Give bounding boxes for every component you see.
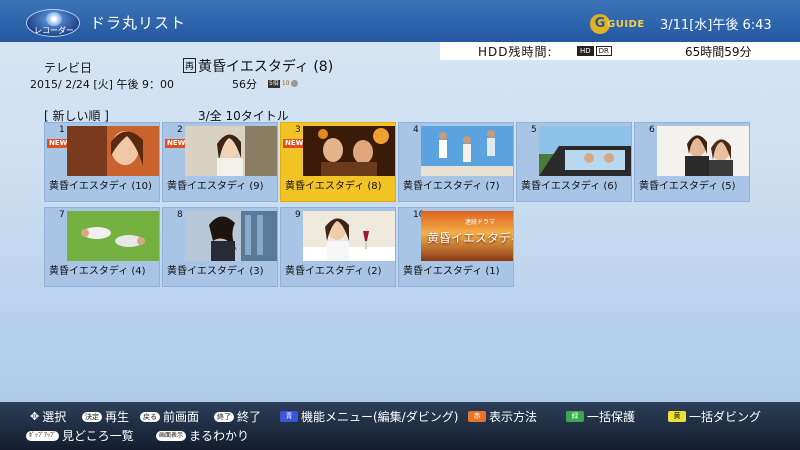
- thumbnail-two-people: [657, 126, 749, 176]
- help-play: 決定 再生: [82, 408, 129, 425]
- hdd-tag-b: DR: [595, 46, 612, 56]
- help-yellow: 黄 一括ダビング: [668, 408, 761, 425]
- help-play-label: 再生: [105, 410, 130, 424]
- header-bar: レコーダー ドラ丸リスト G GUIDE 3/11[水]午後 6:43: [0, 0, 800, 42]
- program-datetime: 2015/ 2/24 [火] 午後 9：00: [30, 78, 174, 91]
- help-display: 画面表示 まるわかり: [156, 427, 249, 444]
- title-tile-4[interactable]: 4 黄昏イエスタディ (7): [398, 122, 514, 202]
- rerun-mark-icon: 再: [183, 58, 197, 73]
- help-red-label: 表示方法: [489, 410, 538, 424]
- help-display-label: まるわかり: [189, 429, 250, 443]
- help-end: 終了 終了: [214, 408, 261, 425]
- program-title-text: 黄昏イエスタディ (8): [198, 59, 334, 75]
- tile-number: 8: [177, 210, 183, 220]
- help-popup: ﾎﾟｯﾌﾟｱｯﾌﾟ 見どころ一覧: [26, 427, 134, 444]
- tile-caption: 黄昏イエスタディ (9): [167, 181, 264, 192]
- clock: 3/11[水]午後 6:43: [660, 18, 772, 33]
- thumbnail-woman-face: [67, 126, 159, 176]
- title-tile-9[interactable]: 9 黄昏イエスタディ (2): [280, 207, 396, 287]
- title-tile-1[interactable]: 1 NEW 黄昏イエスタディ (10): [44, 122, 160, 202]
- tile-number: 4: [413, 125, 419, 135]
- help-red: 赤 表示方法: [468, 408, 537, 425]
- help-select: ✥ 選択: [30, 408, 66, 425]
- help-back-label: 前画面: [163, 410, 200, 424]
- g-guide-logo: G GUIDE: [590, 14, 644, 34]
- green-key-icon: 緑: [566, 411, 584, 422]
- title-tile-10[interactable]: 10 連続ドラマ 黄昏イエスタディ 黄昏イエスタディ (1): [398, 207, 514, 287]
- thumbnail-woman-with-wine: [303, 211, 395, 261]
- hdd-remaining-bar: HDD残時間: HD DR 65時間59分: [440, 42, 800, 60]
- hdd-mode-tag: HD DR: [577, 46, 612, 56]
- title-tile-7[interactable]: 7 黄昏イエスタディ (4): [44, 207, 160, 287]
- title-tile-3-selected[interactable]: 3 NEW 黄昏イエスタディ (8): [280, 122, 396, 202]
- tile-number: 7: [59, 210, 65, 220]
- help-yellow-label: 一括ダビング: [689, 410, 762, 424]
- tile-caption: 黄昏イエスタディ (8): [285, 181, 382, 192]
- hdd-label: HDD残時間:: [478, 45, 553, 59]
- title-tile-6[interactable]: 6 黄昏イエスタディ (5): [634, 122, 750, 202]
- help-back: 戻る 前画面: [140, 408, 199, 425]
- thumbnail-two-women-bar: [303, 126, 395, 176]
- tile-number: 5: [531, 125, 537, 135]
- title-tile-2[interactable]: 2 NEW 黄昏イエスタディ (9): [162, 122, 278, 202]
- tile-caption: 黄昏イエスタディ (10): [49, 181, 152, 192]
- tile-caption: 黄昏イエスタディ (5): [639, 181, 736, 192]
- logo-label: レコーダー: [34, 26, 74, 35]
- help-blue-label: 機能メニュー(編集/ダビング): [301, 410, 459, 424]
- help-green: 緑 一括保護: [566, 408, 635, 425]
- tile-caption: 黄昏イエスタディ (6): [521, 181, 618, 192]
- help-end-label: 終了: [237, 410, 262, 424]
- title-card-text: 黄昏イエスタディ: [427, 231, 513, 245]
- back-key-icon: 戻る: [140, 411, 160, 422]
- help-select-label: 選択: [42, 410, 67, 424]
- tile-number: 9: [295, 210, 301, 220]
- recording-mode-tag: 5倍 10: [268, 79, 299, 88]
- thumbnail-smiling-woman: [185, 126, 277, 176]
- tile-caption: 黄昏イエスタディ (4): [49, 266, 146, 277]
- title-card-subtitle: 連続ドラマ: [465, 219, 496, 226]
- tile-number: 1: [59, 125, 65, 135]
- hdd-remaining-value: 65時間59分: [685, 45, 752, 59]
- hdd-tag-a: HD: [577, 46, 594, 56]
- recorder-logo: レコーダー: [26, 9, 80, 37]
- tile-number: 2: [177, 125, 183, 135]
- thumbnail-jumping-people: [421, 126, 513, 176]
- program-title: 再黄昏イエスタディ (8): [183, 56, 333, 76]
- g-guide-text: GUIDE: [607, 19, 645, 30]
- red-key-icon: 赤: [468, 411, 486, 422]
- tile-number: 3: [295, 125, 301, 135]
- thumbnail-lying-on-grass: [67, 211, 159, 261]
- thumbnail-car-drive: [539, 126, 631, 176]
- help-blue: 青 機能メニュー(編集/ダビング): [280, 408, 458, 425]
- blue-key-icon: 青: [280, 411, 298, 422]
- title-tile-8[interactable]: 8 黄昏イエスタディ (3): [162, 207, 278, 287]
- yellow-key-icon: 黄: [668, 411, 686, 422]
- enter-key-icon: 決定: [82, 411, 102, 422]
- rec-mode-badge: 5倍: [268, 79, 280, 88]
- popup-key-icon: ﾎﾟｯﾌﾟｱｯﾌﾟ: [26, 430, 60, 441]
- tile-caption: 黄昏イエスタディ (3): [167, 266, 264, 277]
- tile-caption: 黄昏イエスタディ (1): [403, 266, 500, 277]
- program-duration: 56分: [232, 78, 257, 91]
- rec-mode-number: 10: [281, 80, 290, 87]
- disc-icon: [46, 12, 62, 26]
- recorder-screen: レコーダー ドラ丸リスト G GUIDE 3/11[水]午後 6:43 HDD残…: [0, 0, 800, 450]
- title-tile-5[interactable]: 5 黄昏イエスタディ (6): [516, 122, 632, 202]
- end-key-icon: 終了: [214, 411, 234, 422]
- display-key-icon: 画面表示: [156, 430, 187, 441]
- dpad-icon: ✥: [30, 410, 40, 423]
- thumbnail-woman-walking: [185, 211, 277, 261]
- help-popup-label: 見どころ一覧: [62, 429, 134, 443]
- tile-caption: 黄昏イエスタディ (2): [285, 266, 382, 277]
- thumbnail-title-card: 連続ドラマ 黄昏イエスタディ: [421, 211, 513, 261]
- status-dot-icon: [291, 80, 299, 87]
- tile-caption: 黄昏イエスタディ (7): [403, 181, 500, 192]
- page-title: ドラ丸リスト: [90, 14, 187, 32]
- help-green-label: 一括保護: [587, 410, 636, 424]
- tile-number: 6: [649, 125, 655, 135]
- footer-help-bar: ✥ 選択 決定 再生 戻る 前画面 終了 終了 青 機能メニュー(編集/ダビング…: [0, 402, 800, 450]
- channel-name: テレビ日: [44, 61, 93, 75]
